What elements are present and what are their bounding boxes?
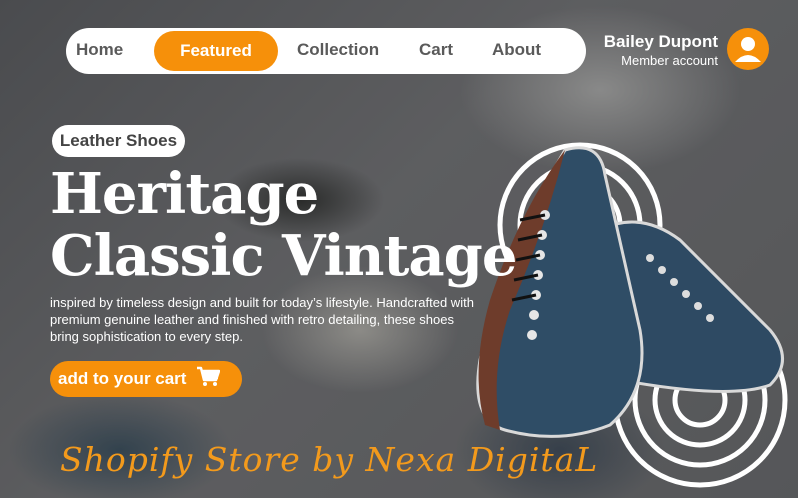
- shopping-cart-icon: [196, 366, 221, 393]
- footer-credit: Shopify Store by Nexa DigitaL: [60, 440, 599, 479]
- nav-cart[interactable]: Cart: [419, 40, 453, 60]
- nav-collection[interactable]: Collection: [297, 40, 379, 60]
- user-role: Member account: [621, 53, 718, 68]
- add-to-cart-label: add to your cart: [58, 369, 187, 388]
- add-to-cart-button[interactable]: add to your cart: [50, 361, 242, 397]
- nav-about[interactable]: About: [492, 40, 541, 60]
- category-tag: Leather Shoes: [52, 125, 185, 157]
- hero-description: inspired by timeless design and built fo…: [50, 295, 474, 344]
- user-info[interactable]: Bailey Dupont Member account: [604, 32, 718, 68]
- nav-featured[interactable]: Featured: [154, 31, 278, 71]
- user-name: Bailey Dupont: [603, 32, 718, 51]
- hero-title-line1: Heritage: [50, 161, 319, 227]
- hero-title-line2: Classic Vintage: [50, 223, 517, 289]
- nav-home[interactable]: Home: [76, 40, 123, 60]
- user-avatar-icon[interactable]: [727, 28, 769, 70]
- hero-title: Heritage Classic Vintage: [50, 161, 517, 289]
- main-nav: Home Featured Collection Cart About: [66, 28, 586, 74]
